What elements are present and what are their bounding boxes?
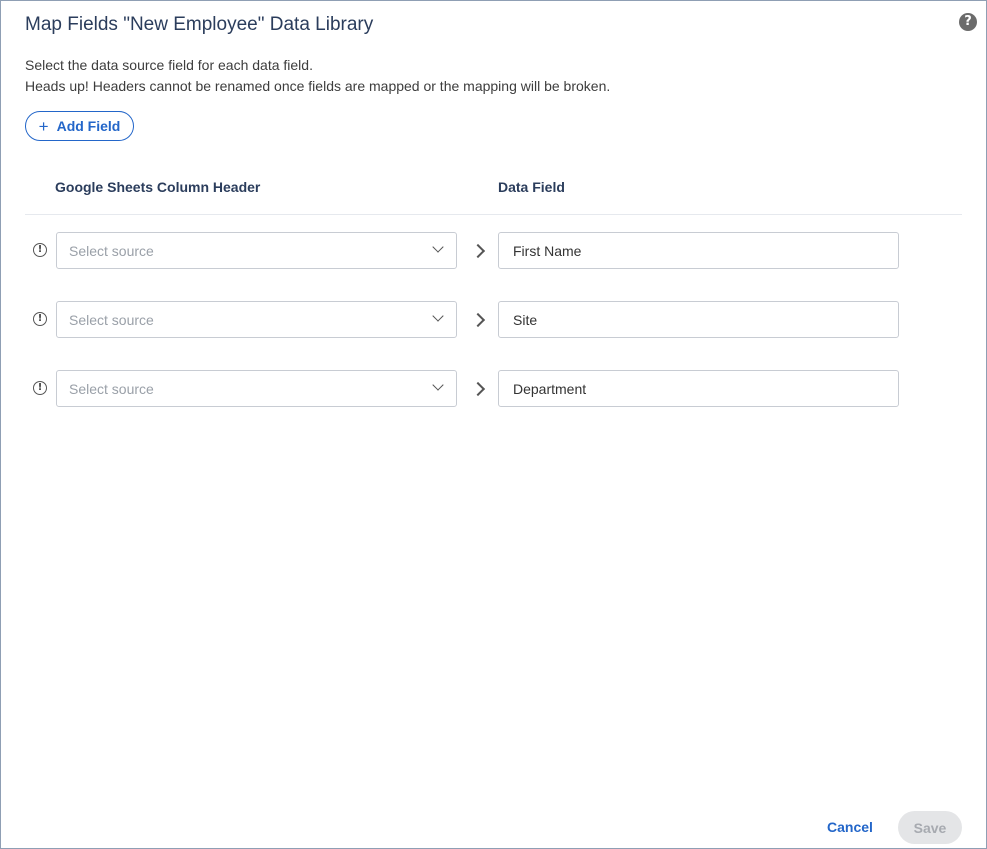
- mapping-row: ! Select source: [1, 301, 986, 339]
- chevron-down-icon: [432, 241, 444, 253]
- mapping-row: ! Select source: [1, 370, 986, 408]
- chevron-right-icon: [470, 312, 486, 328]
- source-column-header: Google Sheets Column Header: [55, 179, 261, 195]
- description-line-2: Heads up! Headers cannot be renamed once…: [25, 78, 611, 94]
- source-select[interactable]: Select source: [56, 232, 457, 269]
- header-divider: [25, 214, 962, 215]
- data-field-input[interactable]: [498, 232, 899, 269]
- warning-icon: !: [33, 381, 47, 395]
- plus-icon: +: [38, 116, 49, 136]
- save-button[interactable]: Save: [898, 811, 962, 844]
- add-field-button[interactable]: + Add Field: [25, 111, 134, 141]
- add-field-label: Add Field: [56, 118, 121, 134]
- dialog-title: Map Fields "New Employee" Data Library: [25, 14, 374, 35]
- data-field-input[interactable]: [498, 301, 899, 338]
- warning-icon: !: [33, 312, 47, 326]
- source-select[interactable]: Select source: [56, 370, 457, 407]
- source-select-placeholder: Select source: [69, 381, 154, 397]
- chevron-right-icon: [470, 243, 486, 259]
- help-icon[interactable]: ?: [959, 13, 977, 31]
- chevron-down-icon: [432, 379, 444, 391]
- data-field-input[interactable]: [498, 370, 899, 407]
- chevron-right-icon: [470, 381, 486, 397]
- cancel-button[interactable]: Cancel: [817, 811, 883, 843]
- warning-icon: !: [33, 243, 47, 257]
- map-fields-dialog: ? Map Fields "New Employee" Data Library…: [0, 0, 987, 849]
- source-select-placeholder: Select source: [69, 243, 154, 259]
- chevron-down-icon: [432, 310, 444, 322]
- field-column-header: Data Field: [498, 179, 565, 195]
- mapping-row: ! Select source: [1, 232, 986, 270]
- description-line-1: Select the data source field for each da…: [25, 57, 313, 73]
- source-select[interactable]: Select source: [56, 301, 457, 338]
- source-select-placeholder: Select source: [69, 312, 154, 328]
